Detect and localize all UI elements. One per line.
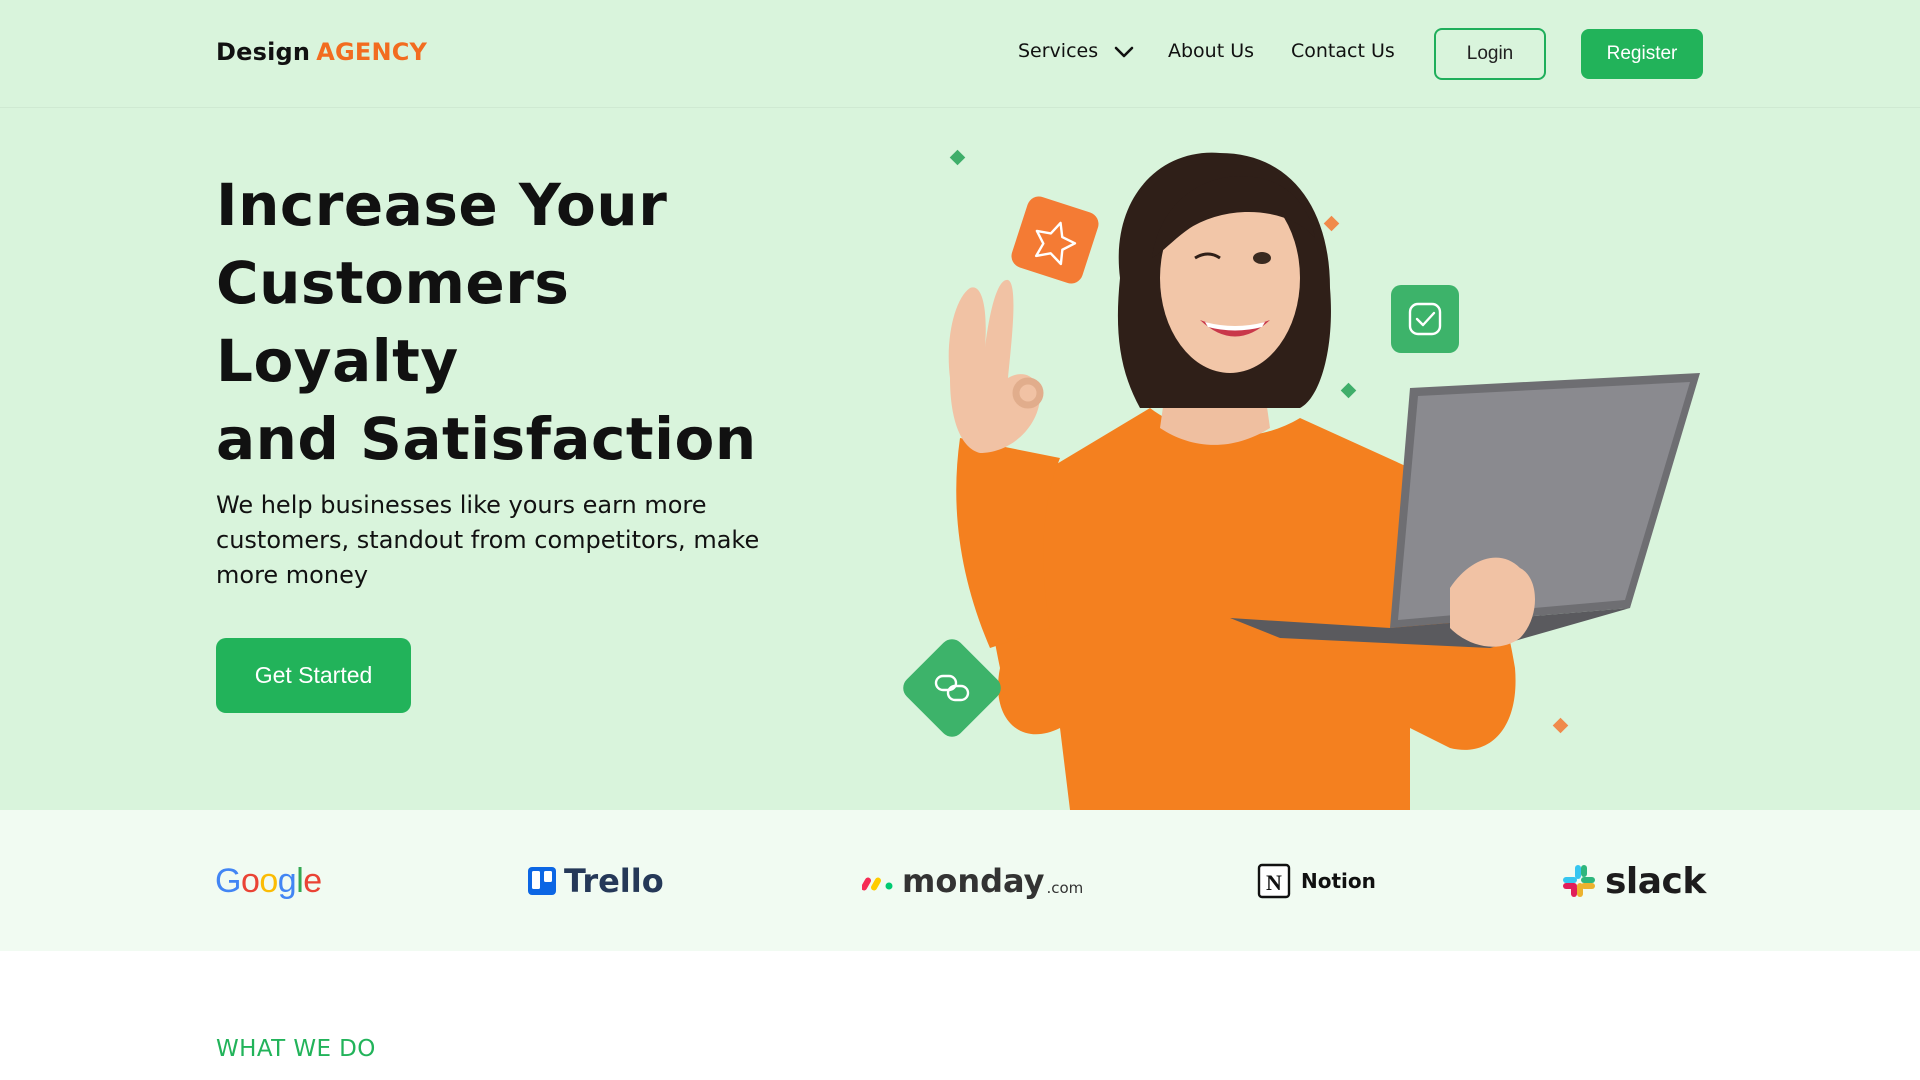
decor-diamond xyxy=(1323,215,1340,232)
person-ok-hand xyxy=(948,279,1044,453)
section-label-what-we-do: WHAT WE DO xyxy=(216,1036,376,1062)
hero-title-line: Increase Your xyxy=(216,171,668,239)
logo-text-agency: AGENCY xyxy=(316,38,428,66)
monday-suffix: .com xyxy=(1046,879,1084,897)
landing-page: Design AGENCY Services About Us Contact U… xyxy=(0,0,1920,1080)
check-badge-icon xyxy=(1391,285,1459,353)
slack-logo: slack xyxy=(1561,858,1706,904)
trello-icon xyxy=(528,867,556,895)
decor-diamond xyxy=(1552,717,1569,734)
nav-about-us[interactable]: About Us xyxy=(1168,40,1254,62)
decor-diamond xyxy=(949,149,966,166)
logo-text-design: Design xyxy=(216,38,311,66)
monday-wordmark: monday xyxy=(902,862,1045,900)
hero-title-line: Loyalty xyxy=(216,327,459,395)
monday-icon xyxy=(862,877,893,891)
star-badge-icon xyxy=(1011,196,1099,284)
partner-logos: Google Trello monday .com N Notion slack xyxy=(0,810,1920,951)
get-started-button[interactable]: Get Started xyxy=(216,638,411,713)
hero-section: Increase Your Customers Loyalty and Sati… xyxy=(0,108,1920,810)
nav-services[interactable]: Services xyxy=(1018,40,1134,63)
site-header: Design AGENCY Services About Us Contact U… xyxy=(0,0,1920,108)
hero-subtitle: We help businesses like yours earn more … xyxy=(216,491,760,589)
trello-logo: Trello xyxy=(528,858,664,904)
link-badge-icon xyxy=(903,639,1001,737)
register-button[interactable]: Register xyxy=(1581,29,1703,79)
nav-contact-us[interactable]: Contact Us xyxy=(1291,40,1395,62)
notion-wordmark: Notion xyxy=(1301,869,1376,893)
nav-services-label: Services xyxy=(1018,40,1099,62)
hero-title-line: and Satisfaction xyxy=(216,405,757,473)
hero-illustration xyxy=(903,149,1700,810)
svg-text:N: N xyxy=(1266,870,1282,895)
login-button[interactable]: Login xyxy=(1434,28,1546,80)
monday-logo: monday .com xyxy=(862,858,1083,904)
trello-wordmark: Trello xyxy=(564,862,664,900)
hero-title: Increase Your Customers Loyalty and Sati… xyxy=(216,166,916,478)
decor-diamond xyxy=(1340,382,1357,399)
notion-logo: N Notion xyxy=(1257,858,1376,904)
google-logo: Google xyxy=(215,861,322,900)
slack-icon xyxy=(1563,865,1595,897)
chevron-down-icon xyxy=(1114,41,1134,63)
hero-title-line: Customers xyxy=(216,249,570,317)
slack-wordmark: slack xyxy=(1605,860,1706,902)
notion-icon: N xyxy=(1257,863,1291,899)
site-logo[interactable]: Design AGENCY xyxy=(216,38,427,66)
